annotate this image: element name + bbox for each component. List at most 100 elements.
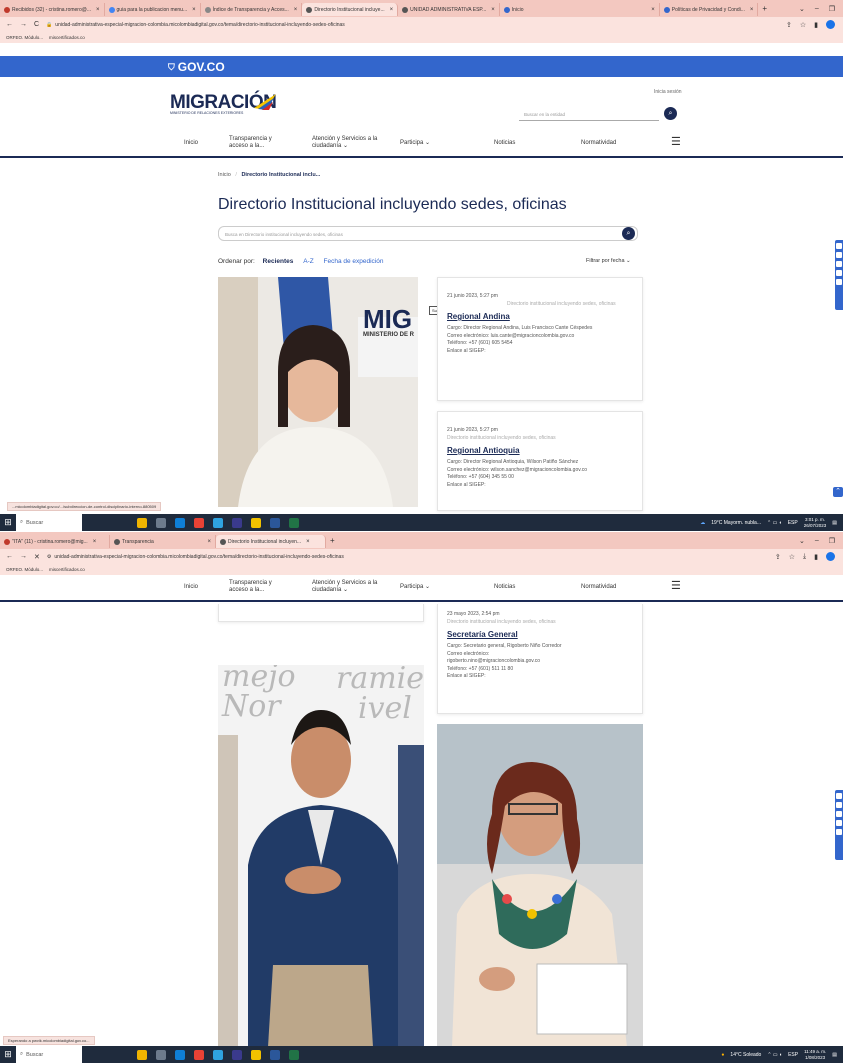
- font-smaller-icon[interactable]: [836, 802, 842, 808]
- back-icon[interactable]: ←: [6, 21, 13, 28]
- new-tab-icon[interactable]: +: [330, 536, 335, 545]
- stop-icon[interactable]: ✕: [34, 553, 40, 561]
- directory-card[interactable]: 23 mayo 2023, 2:54 pm Directorio institu…: [437, 604, 643, 714]
- profile-avatar[interactable]: [826, 552, 835, 561]
- browser-tab[interactable]: Índice de Transparencia y Acces... ×: [201, 3, 303, 16]
- profile-avatar[interactable]: [826, 20, 835, 29]
- browser-tab[interactable]: guia para la publicacion menu... ×: [105, 3, 201, 16]
- bookmark-orfeo[interactable]: ORFEO. Módulo...: [6, 567, 43, 572]
- card-title[interactable]: Regional Antioquia: [447, 446, 633, 456]
- nav-atencion[interactable]: Atención y Servicios a la ciudadanía ⌄: [312, 580, 377, 594]
- close-icon[interactable]: ×: [651, 7, 655, 13]
- bookmark-miscertificados[interactable]: miscertificados.co: [49, 567, 85, 572]
- font-smaller-icon[interactable]: [836, 252, 842, 258]
- minimize-icon[interactable]: –: [815, 5, 819, 13]
- minimize-icon[interactable]: –: [815, 537, 819, 545]
- scroll-top-icon[interactable]: ⌃: [833, 487, 843, 497]
- card-enlace[interactable]: Enlace al SIGEP:: [447, 482, 633, 490]
- nav-transparencia[interactable]: Transparencia y acceso a la...: [229, 580, 272, 594]
- nav-inicio[interactable]: Inicio: [184, 140, 198, 147]
- directory-card-tail[interactable]: [218, 604, 424, 622]
- close-icon[interactable]: ×: [207, 539, 211, 545]
- paint-icon[interactable]: [232, 1049, 242, 1060]
- nav-normatividad[interactable]: Normatividad: [581, 584, 616, 591]
- chrome-icon[interactable]: [194, 1049, 204, 1060]
- info-icon[interactable]: [836, 279, 842, 285]
- close-icon[interactable]: ×: [96, 7, 100, 13]
- sort-recientes[interactable]: Recientes: [263, 258, 294, 265]
- font-larger-icon[interactable]: [836, 811, 842, 817]
- download-icon[interactable]: ⤓: [803, 553, 806, 561]
- chevron-down-icon[interactable]: ⌄: [799, 537, 805, 545]
- language-indicator[interactable]: ESP: [788, 1052, 798, 1058]
- search-icon[interactable]: ⌕: [622, 227, 635, 240]
- search-icon[interactable]: ⌕: [664, 107, 677, 120]
- taskbar-search[interactable]: ⌕ Buscar: [16, 1046, 82, 1063]
- hamburger-menu-icon[interactable]: ☰: [671, 137, 681, 148]
- close-icon[interactable]: ×: [192, 7, 196, 13]
- nav-atencion[interactable]: Atención y Servicios a la ciudadanía ⌄: [312, 136, 377, 150]
- nav-noticias[interactable]: Noticias: [494, 140, 515, 147]
- clock[interactable]: 11:49 a. m. 1/08/2023: [804, 1049, 826, 1061]
- director-photo[interactable]: MIG MINISTERIO DE R: [218, 277, 418, 507]
- clock[interactable]: 3:01 p. m. 26/07/2023: [804, 517, 827, 529]
- back-icon[interactable]: ←: [6, 553, 13, 560]
- maximize-icon[interactable]: ❐: [829, 537, 835, 545]
- nav-participa[interactable]: Participa ⌄: [400, 140, 430, 147]
- browser-tab[interactable]: Inicio ×: [500, 3, 660, 16]
- font-larger-icon[interactable]: [836, 261, 842, 267]
- directory-search-input[interactable]: Busca en Directorio institucional incluy…: [218, 226, 638, 241]
- bookmark-miscertificados[interactable]: miscertificados.co: [49, 35, 85, 40]
- contrast-icon[interactable]: [836, 793, 842, 799]
- paint-icon[interactable]: [232, 517, 242, 528]
- notification-icon[interactable]: ▤: [832, 520, 837, 526]
- forward-icon[interactable]: →: [20, 553, 27, 560]
- browser-tab-active[interactable]: Directorio Institucional incluye... ×: [302, 3, 399, 16]
- weather-text[interactable]: 19°C Mayorm. nubla...: [711, 520, 761, 526]
- folder-icon[interactable]: [251, 517, 261, 528]
- mail-icon[interactable]: [175, 1049, 185, 1060]
- explorer-icon[interactable]: [137, 1049, 147, 1060]
- nav-inicio[interactable]: Inicio: [184, 584, 198, 591]
- task-view-icon[interactable]: [156, 517, 166, 528]
- excel-icon[interactable]: [289, 517, 299, 528]
- close-icon[interactable]: ×: [390, 7, 394, 13]
- nav-noticias[interactable]: Noticias: [494, 584, 515, 591]
- tray-icons[interactable]: ⌃ ▭ ◖: [767, 1052, 782, 1058]
- star-icon[interactable]: ☆: [800, 21, 806, 29]
- language-indicator[interactable]: ESP: [788, 520, 798, 526]
- card-enlace[interactable]: Enlace al SIGEP:: [447, 348, 633, 356]
- chevron-down-icon[interactable]: ⌄: [799, 5, 805, 13]
- browser-tab[interactable]: "ITA" (11) - cristina.romero@mig... ×: [0, 535, 110, 548]
- card-category[interactable]: Directorio institucional incluyendo sede…: [447, 619, 633, 627]
- new-tab-icon[interactable]: +: [762, 4, 767, 13]
- forward-icon[interactable]: →: [20, 21, 27, 28]
- maximize-icon[interactable]: ❐: [829, 5, 835, 13]
- card-enlace[interactable]: Enlace al SIGEP:: [447, 673, 633, 681]
- tray-icons[interactable]: ⌃ ▭ ◖: [767, 520, 782, 526]
- directory-card[interactable]: 21 junio 2023, 5:27 pm Directorio instit…: [437, 277, 643, 401]
- info-icon[interactable]: [836, 829, 842, 835]
- share-icon[interactable]: ⇪: [786, 21, 792, 29]
- word-icon[interactable]: [270, 1049, 280, 1060]
- directory-card[interactable]: 21 junio 2023, 5:27 pm Directorio instit…: [437, 411, 643, 511]
- chrome-icon[interactable]: [194, 517, 204, 528]
- nav-transparencia[interactable]: Transparencia y acceso a la...: [229, 136, 272, 150]
- filter-by-date[interactable]: Filtrar por fecha ⌄: [586, 258, 631, 264]
- accessibility-icon[interactable]: [836, 270, 842, 276]
- mail-icon[interactable]: [175, 517, 185, 528]
- contrast-icon[interactable]: [836, 243, 842, 249]
- nav-normatividad[interactable]: Normatividad: [581, 140, 616, 147]
- close-icon[interactable]: ×: [306, 539, 310, 545]
- breadcrumb-home[interactable]: Inicio: [218, 172, 231, 178]
- nav-participa[interactable]: Participa ⌄: [400, 584, 430, 591]
- edge-icon[interactable]: [213, 517, 223, 528]
- explorer-icon[interactable]: [137, 517, 147, 528]
- bookmark-orfeo[interactable]: ORFEO. Módulo...: [6, 35, 43, 40]
- accessibility-bar[interactable]: [835, 790, 843, 860]
- close-icon[interactable]: ×: [750, 7, 754, 13]
- share-icon[interactable]: ⇪: [775, 553, 781, 561]
- card-category[interactable]: Directorio institucional incluyendo sede…: [447, 301, 633, 309]
- card-title[interactable]: Secretaría General: [447, 630, 633, 640]
- entity-search-input[interactable]: Buscar en la entidad: [519, 108, 659, 121]
